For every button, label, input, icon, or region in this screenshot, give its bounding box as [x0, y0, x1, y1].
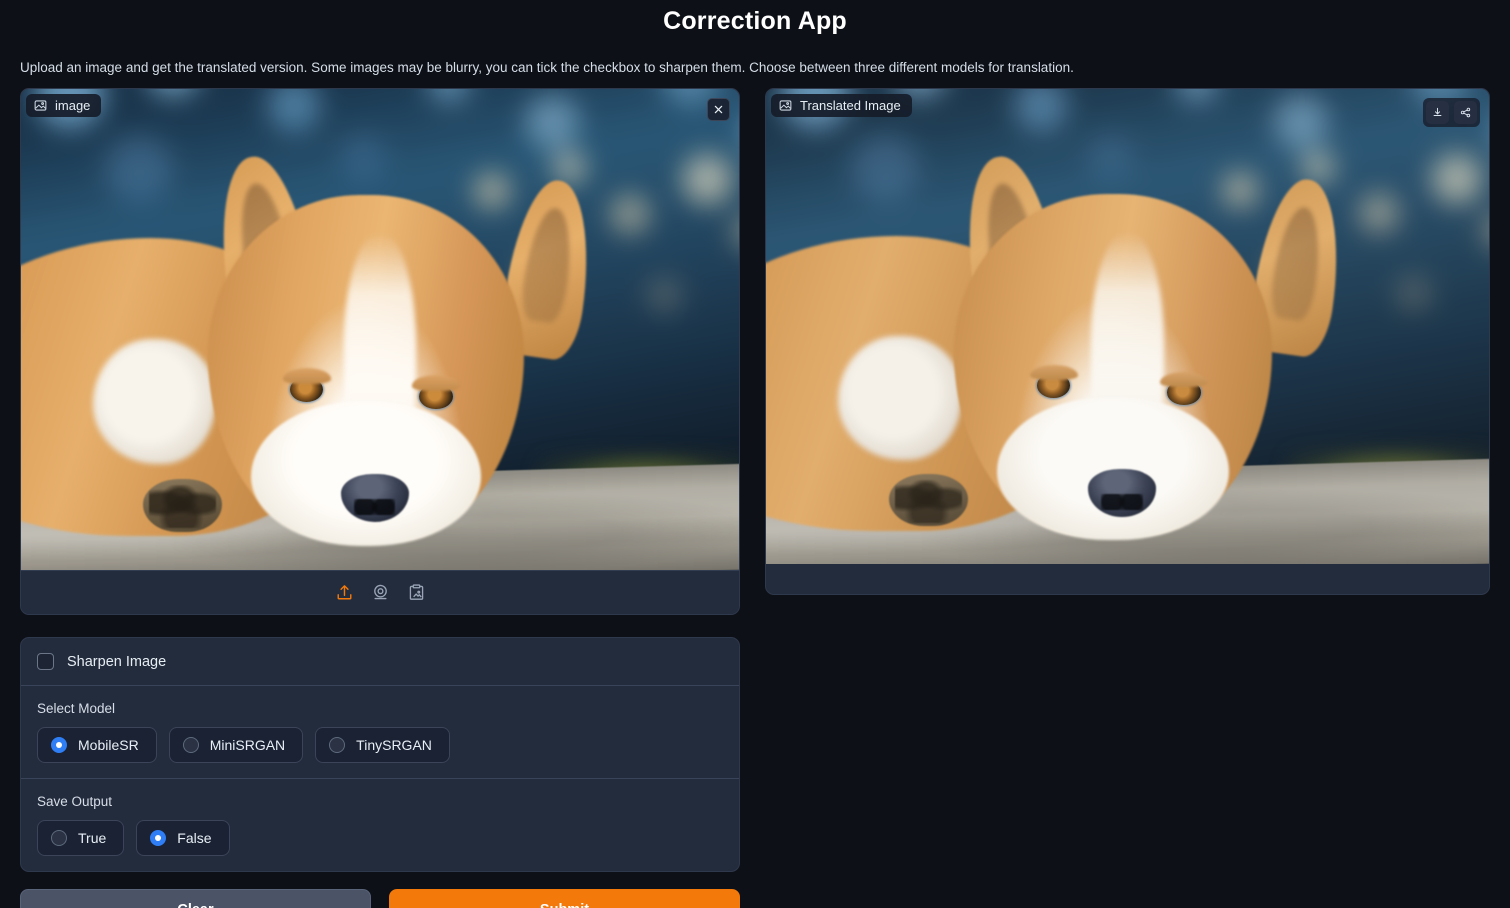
input-panel-label: image [26, 94, 102, 117]
radio-indicator[interactable] [329, 737, 346, 753]
radio-label: False [177, 830, 212, 846]
radio-indicator[interactable] [150, 830, 167, 846]
output-column: Translated Image [765, 88, 1490, 595]
output-panel-label-text: Translated Image [800, 98, 901, 113]
radio-minisrgan[interactable]: MiniSRGAN [168, 727, 304, 763]
radio-indicator[interactable] [51, 830, 67, 846]
input-image-stage[interactable]: image [21, 89, 739, 570]
upload-toolbar [21, 570, 739, 614]
output-panel-actions [1423, 98, 1480, 127]
close-icon[interactable] [707, 98, 730, 121]
sharpen-checkbox[interactable] [37, 653, 54, 670]
output-panel-label: Translated Image [771, 94, 912, 117]
download-icon[interactable] [1426, 101, 1449, 124]
radio-label: MobileSR [78, 737, 139, 753]
radio-tinysrgan[interactable]: TinySRGAN [315, 727, 450, 763]
clipboard-paste-icon[interactable] [407, 583, 426, 602]
webcam-icon[interactable] [371, 583, 390, 602]
page-description: Upload an image and get the translated v… [20, 60, 1074, 75]
input-panel-actions [707, 98, 730, 121]
image-icon [34, 99, 47, 112]
radio-label: True [78, 830, 107, 846]
save-output-title: Save Output [37, 794, 113, 809]
share-icon[interactable] [1454, 101, 1477, 124]
app-root: Correction App Upload an image and get t… [0, 0, 1510, 908]
options-card: Sharpen Image Select Model MobileSR Mini… [20, 637, 740, 872]
main-columns: image Sharpen Image Select Model MobileS… [20, 88, 1490, 908]
upload-icon[interactable] [335, 583, 354, 602]
input-panel-label-text: image [55, 98, 91, 113]
select-model-options: MobileSR MiniSRGAN TinySRGAN [37, 727, 723, 763]
radio-save-true[interactable]: True [37, 820, 125, 856]
sharpen-label: Sharpen Image [67, 653, 167, 670]
action-buttons: Clear Submit [20, 889, 740, 908]
page-title: Correction App [663, 7, 847, 35]
input-photo [21, 89, 739, 570]
input-column: image Sharpen Image Select Model MobileS… [20, 88, 740, 908]
save-output-options: True False [37, 820, 723, 856]
output-photo [766, 89, 1489, 564]
radio-label: MiniSRGAN [209, 737, 286, 753]
clear-button[interactable]: Clear [20, 889, 371, 908]
input-image-panel: image [20, 88, 740, 615]
sharpen-checkbox-row[interactable]: Sharpen Image [37, 653, 723, 670]
radio-mobilesr[interactable]: MobileSR [37, 727, 157, 763]
save-output-row: Save Output True False [21, 779, 739, 871]
output-image-panel: Translated Image [765, 88, 1490, 595]
sharpen-row: Sharpen Image [21, 638, 739, 685]
image-icon [779, 99, 792, 112]
radio-save-false[interactable]: False [136, 820, 230, 856]
radio-label: TinySRGAN [356, 737, 432, 753]
select-model-title: Select Model [37, 701, 116, 716]
radio-indicator[interactable] [182, 737, 199, 753]
radio-indicator[interactable] [51, 737, 67, 753]
submit-button[interactable]: Submit [389, 889, 740, 908]
select-model-row: Select Model MobileSR MiniSRGAN TinySRGA… [21, 686, 739, 778]
output-image-stage[interactable]: Translated Image [766, 89, 1489, 564]
